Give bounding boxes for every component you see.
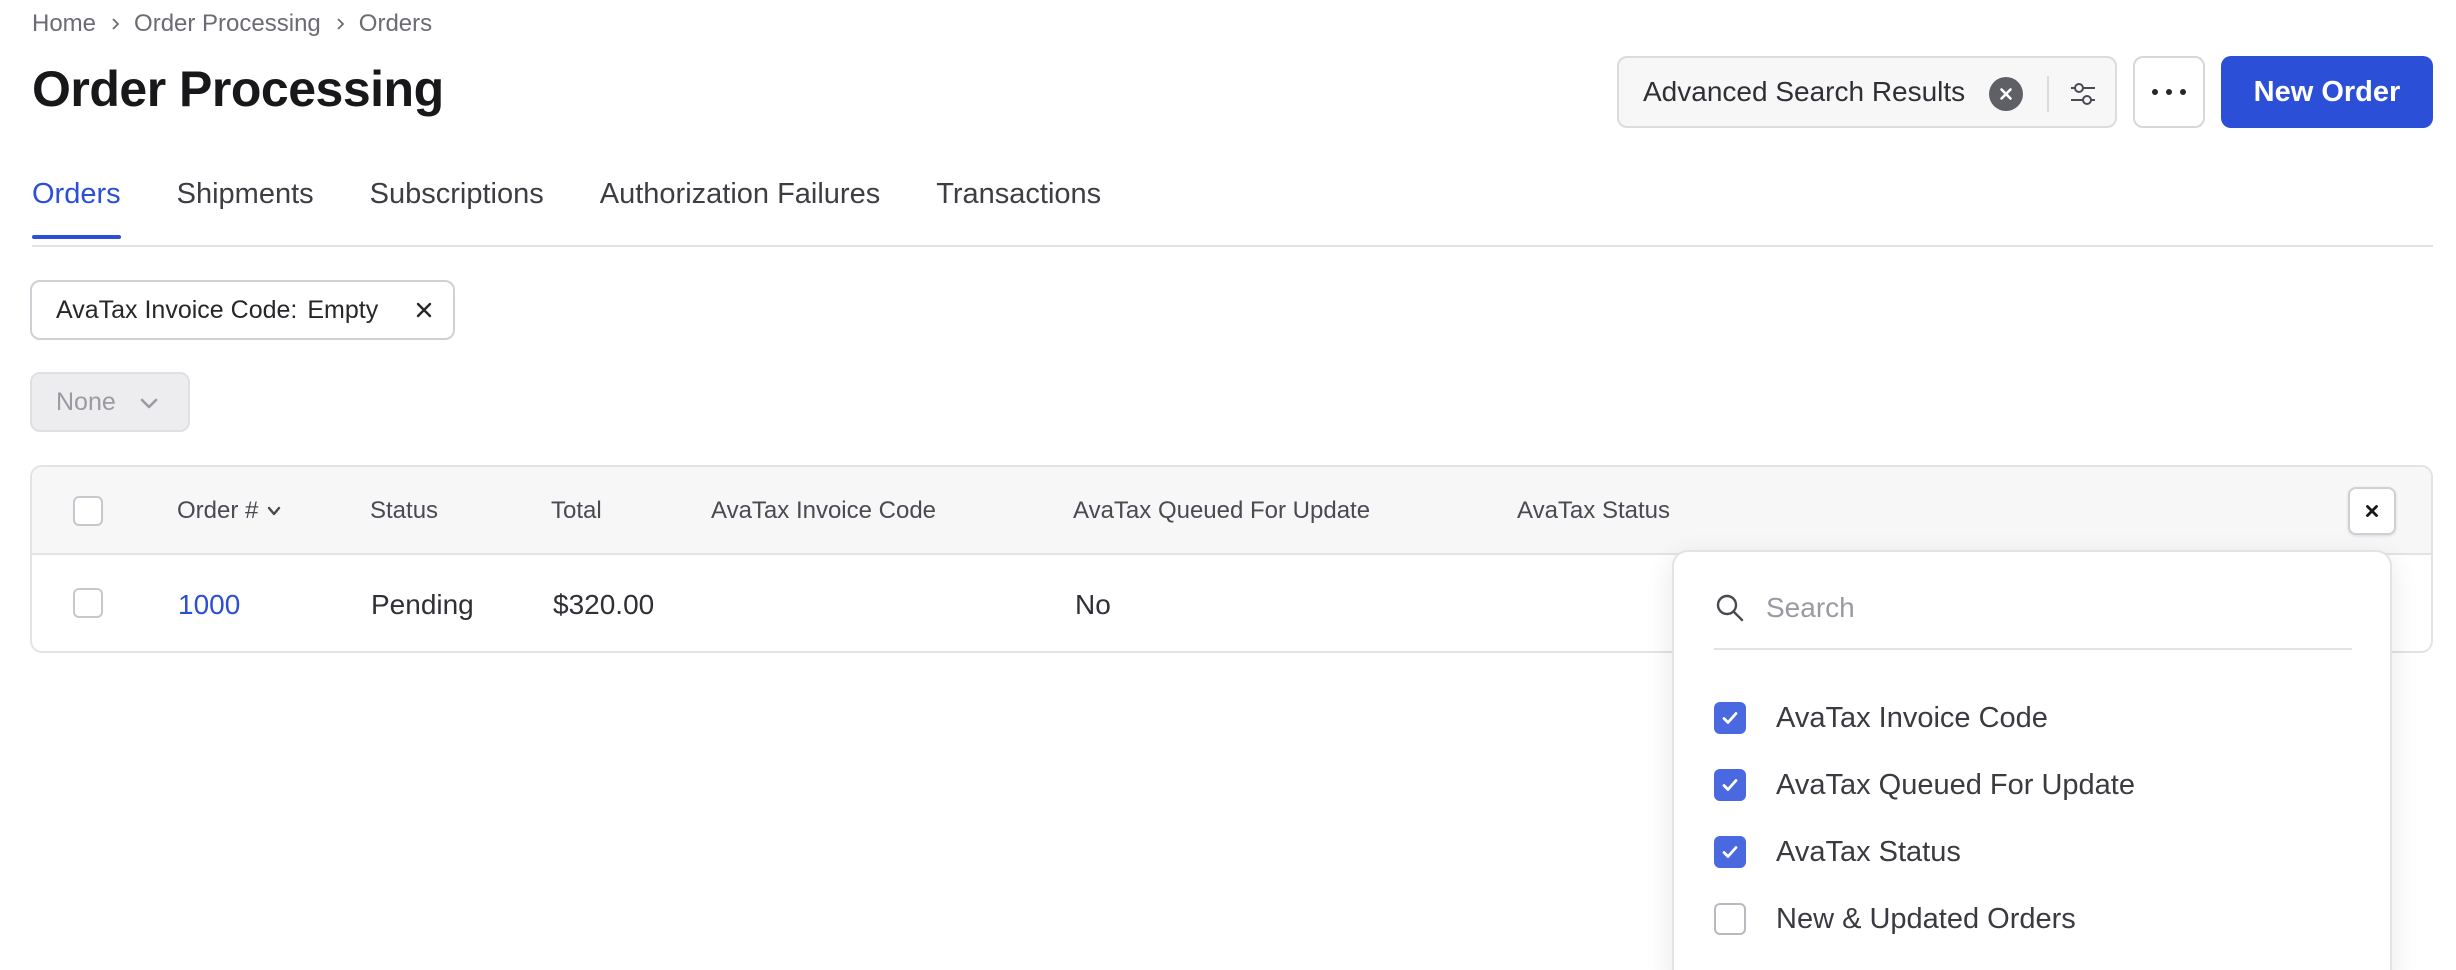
- column-option[interactable]: New & Updated Orders: [1714, 899, 2076, 939]
- column-header-avatax-status: AvaTax Status: [1517, 497, 1670, 524]
- advanced-search-label: Advanced Search Results: [1643, 76, 1966, 107]
- tab-orders[interactable]: Orders: [32, 178, 121, 239]
- order-avatax-queued: No: [1075, 589, 1111, 620]
- filter-value: Empty: [307, 295, 379, 324]
- checkbox-checked[interactable]: [1714, 702, 1746, 734]
- more-dots-icon: [2152, 89, 2158, 95]
- chip-divider: [2047, 76, 2049, 112]
- tab-bar: Orders Shipments Subscriptions Authoriza…: [32, 178, 1157, 239]
- column-header-status: Status: [370, 497, 439, 524]
- checkbox-unchecked[interactable]: [1714, 903, 1746, 935]
- chevron-right-icon: [333, 17, 347, 31]
- filter-settings-icon[interactable]: [2067, 78, 2099, 110]
- column-option-label: AvaTax Status: [1776, 835, 1961, 868]
- breadcrumb-order-processing[interactable]: Order Processing: [134, 10, 321, 38]
- column-header-total: Total: [551, 497, 602, 524]
- breadcrumb: Home Order Processing Orders: [32, 10, 432, 38]
- column-option-label: AvaTax Queued For Update: [1776, 768, 2135, 801]
- column-search: [1714, 588, 2352, 650]
- tab-transactions[interactable]: Transactions: [936, 178, 1101, 233]
- tab-authorization-failures[interactable]: Authorization Failures: [600, 178, 880, 233]
- column-header-avatax-invoice-code: AvaTax Invoice Code: [711, 497, 937, 524]
- column-option[interactable]: AvaTax Invoice Code: [1714, 698, 2048, 738]
- search-icon: [1714, 592, 1746, 629]
- tabs-divider: [32, 245, 2433, 247]
- chevron-down-icon: [138, 392, 160, 421]
- more-dots-icon: [2180, 89, 2186, 95]
- breadcrumb-orders[interactable]: Orders: [359, 10, 432, 38]
- order-total: $320.00: [553, 589, 655, 620]
- active-filter-pill[interactable]: AvaTax Invoice Code: Empty: [30, 280, 455, 340]
- column-option[interactable]: AvaTax Queued For Update: [1714, 765, 2135, 805]
- more-dots-icon: [2166, 89, 2172, 95]
- checkbox-checked[interactable]: [1714, 769, 1746, 801]
- column-option[interactable]: AvaTax Status: [1714, 832, 1961, 872]
- tab-shipments[interactable]: Shipments: [177, 178, 314, 233]
- column-option[interactable]: [1714, 966, 1746, 970]
- column-header-avatax-queued: AvaTax Queued For Update: [1073, 497, 1371, 524]
- order-status: Pending: [371, 589, 474, 620]
- view-select-value: None: [56, 387, 116, 416]
- clear-search-icon[interactable]: [1989, 77, 2023, 111]
- column-picker-popover: AvaTax Invoice Code AvaTax Queued For Up…: [1672, 550, 2392, 970]
- select-all-checkbox[interactable]: [73, 496, 103, 526]
- checkbox-checked[interactable]: [1714, 836, 1746, 868]
- tab-subscriptions[interactable]: Subscriptions: [370, 178, 544, 233]
- remove-filter-icon[interactable]: [412, 298, 436, 322]
- column-search-input[interactable]: [1766, 588, 2346, 628]
- close-column-picker-button[interactable]: [2348, 487, 2396, 535]
- more-actions-button[interactable]: [2133, 56, 2205, 128]
- column-option-label: AvaTax Invoice Code: [1776, 701, 2048, 734]
- breadcrumb-home[interactable]: Home: [32, 10, 96, 38]
- view-select[interactable]: None: [30, 372, 190, 432]
- filter-key: AvaTax Invoice Code:: [56, 295, 298, 324]
- chevron-right-icon: [108, 17, 122, 31]
- row-checkbox[interactable]: [73, 588, 103, 618]
- page-title: Order Processing: [32, 61, 444, 117]
- new-order-button[interactable]: New Order: [2221, 56, 2433, 128]
- column-header-order[interactable]: Order #: [177, 497, 282, 526]
- advanced-search-chip[interactable]: Advanced Search Results: [1617, 56, 2117, 128]
- order-number-link[interactable]: 1000: [178, 589, 240, 621]
- table-header: Order # Status Total AvaTax Invoice Code…: [32, 467, 2431, 555]
- column-option-label: New & Updated Orders: [1776, 902, 2076, 935]
- column-header-order-label: Order #: [177, 497, 259, 524]
- sort-chevron-icon[interactable]: [266, 498, 282, 526]
